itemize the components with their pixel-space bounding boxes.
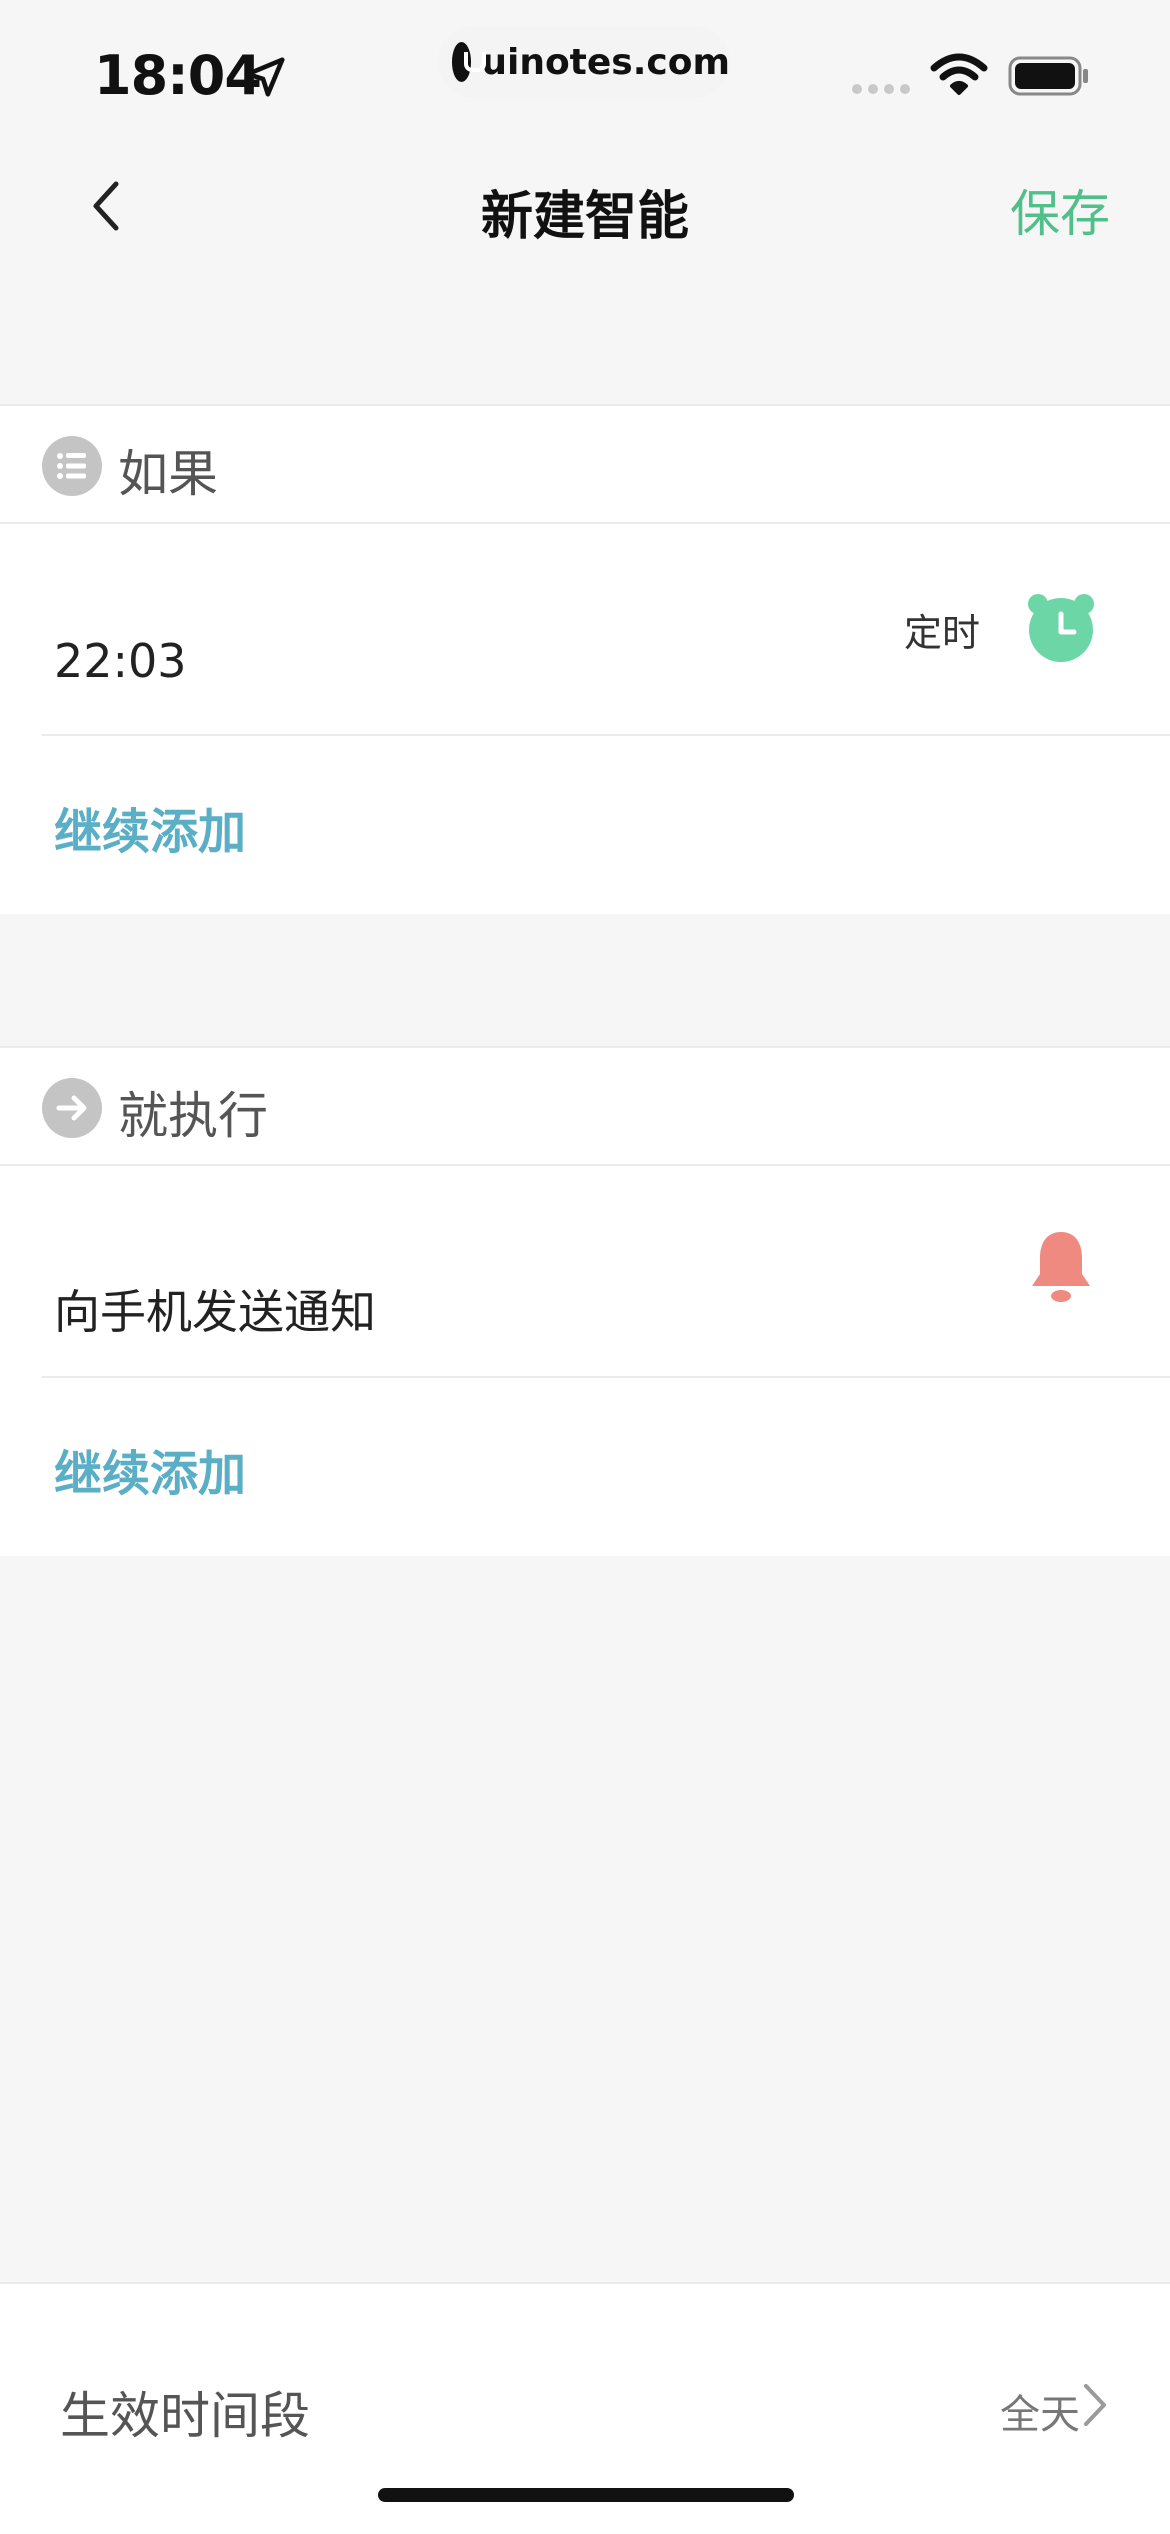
action-row[interactable]: 向手机发送通知 — [0, 1166, 1170, 1378]
condition-time: 22:03 — [54, 634, 187, 688]
if-add-more-link[interactable]: 继续添加 — [54, 792, 246, 862]
home-indicator — [378, 2488, 794, 2502]
chevron-right-icon — [1084, 2384, 1106, 2426]
bell-icon — [1032, 1232, 1090, 1302]
if-section-label: 如果 — [118, 445, 218, 503]
list-icon — [42, 436, 102, 496]
location-arrow-icon — [245, 57, 285, 97]
if-section: 如果 22:03 定时 继续添加 — [0, 404, 1170, 914]
alarm-clock-icon — [1028, 594, 1094, 662]
status-bar: 18:04 uinotes.com — [0, 0, 1170, 140]
arrow-right-icon — [42, 1078, 102, 1138]
then-section: 就执行 向手机发送通知 继续添加 — [0, 1046, 1170, 1556]
wifi-icon — [930, 53, 988, 95]
status-time: 18:04 — [94, 44, 262, 107]
page-title: 新建智能 — [480, 187, 689, 247]
url-text: uinotes.com — [481, 41, 730, 83]
battery-icon — [1008, 56, 1088, 96]
chevron-left-icon[interactable] — [84, 176, 134, 236]
then-add-more-link[interactable]: 继续添加 — [54, 1434, 246, 1504]
action-label: 向手机发送通知 — [54, 1285, 376, 1339]
save-button[interactable]: 保存 — [1010, 174, 1110, 246]
cellular-signal-icon — [852, 84, 910, 94]
effective-period-value: 全天 — [1000, 2392, 1080, 2438]
url-pill[interactable]: uinotes.com — [438, 26, 730, 98]
condition-type-label: 定时 — [904, 611, 981, 655]
then-section-label: 就执行 — [118, 1087, 268, 1145]
condition-row[interactable]: 22:03 定时 — [0, 524, 1170, 736]
site-logo-icon — [452, 42, 487, 82]
effective-period-label: 生效时间段 — [60, 2387, 310, 2445]
